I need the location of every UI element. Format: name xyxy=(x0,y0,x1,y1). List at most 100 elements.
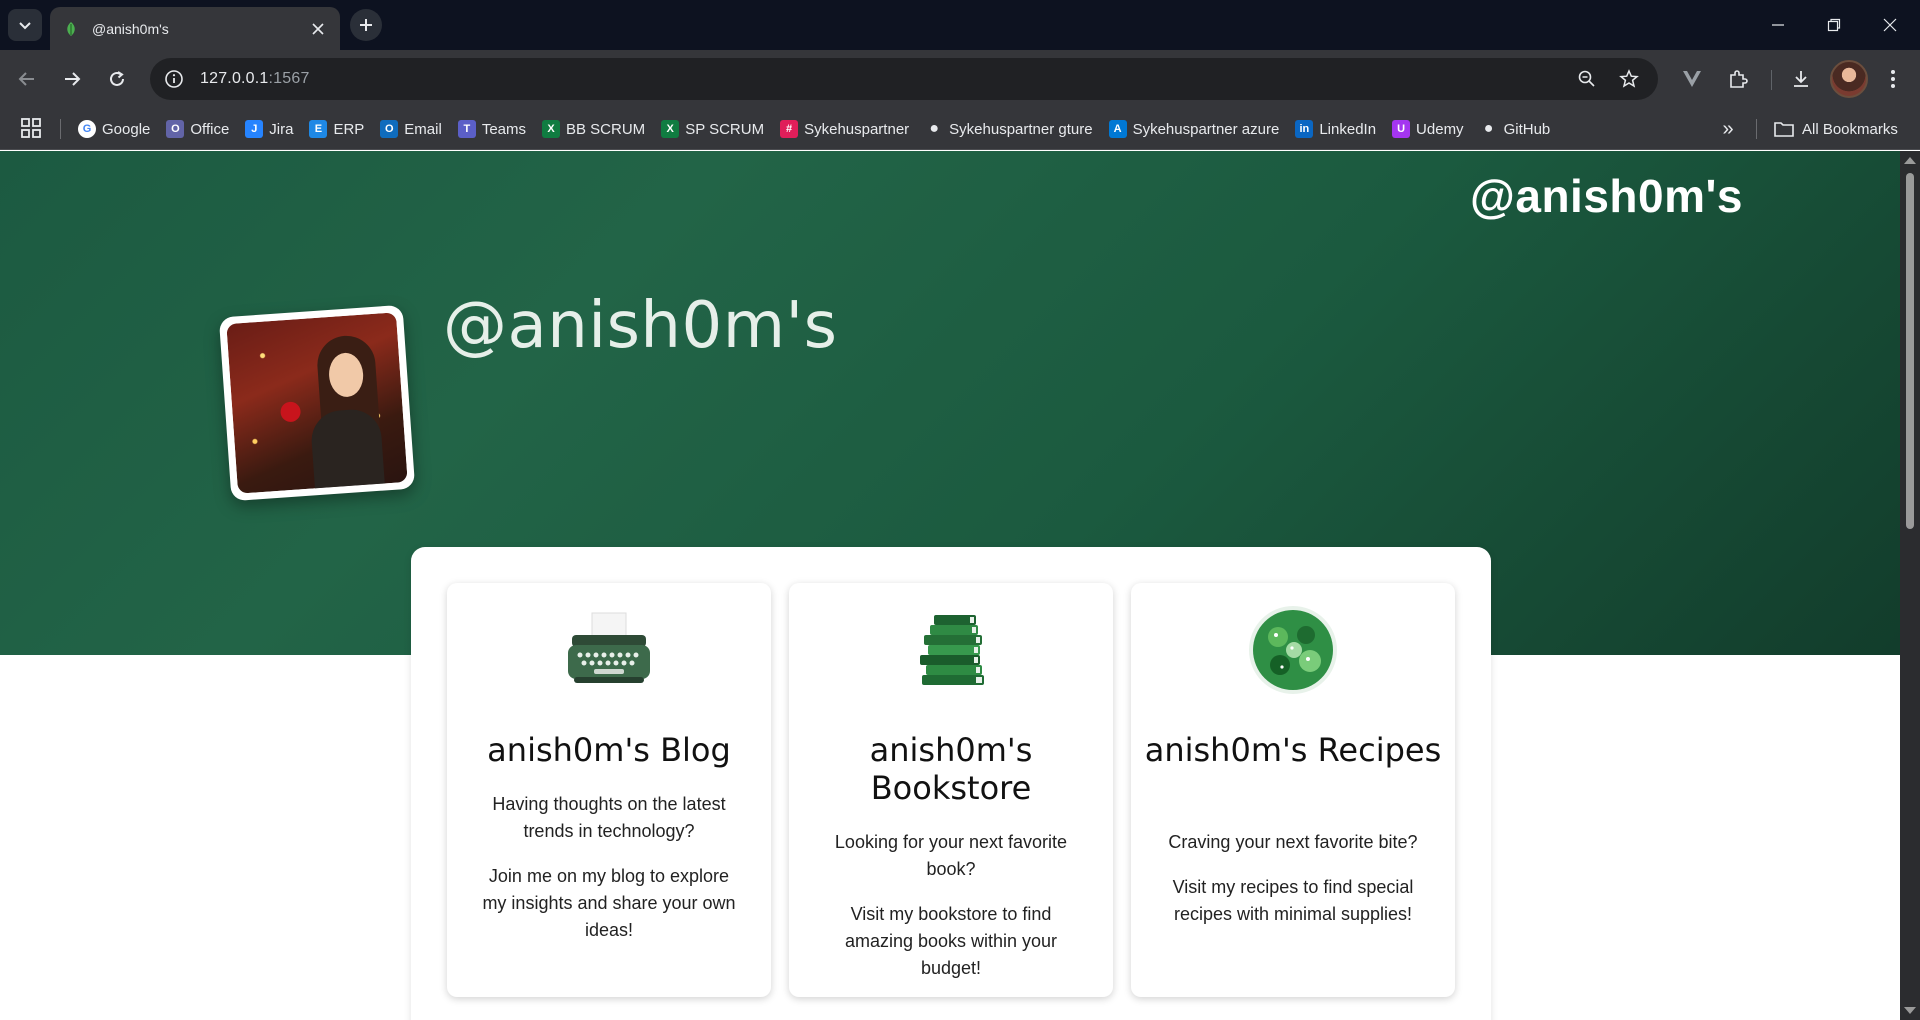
bookmarks-list: G Google O Office J Jira E ERP O Email T Teams X BB S… xyxy=(78,108,1566,150)
bookmarks-divider xyxy=(1756,119,1757,139)
card-recipes[interactable]: anish0m's Recipes Craving your next favo… xyxy=(1131,583,1455,997)
folder-icon xyxy=(1774,122,1794,137)
card-title: anish0m's Recipes xyxy=(1144,731,1442,769)
google-icon: G xyxy=(78,120,96,138)
card-description: Looking for your next favorite book? Vis… xyxy=(817,829,1085,1000)
all-bookmarks-label: All Bookmarks xyxy=(1802,120,1898,138)
browser-menu-icon[interactable] xyxy=(1876,62,1910,96)
bookmark-star-icon[interactable] xyxy=(1612,62,1646,96)
more-bookmarks-icon[interactable]: » xyxy=(1715,116,1741,142)
bookmark-sykehuspartner-azure[interactable]: A Sykehuspartner azure xyxy=(1108,120,1280,138)
arrow-right-icon xyxy=(65,72,81,86)
teams-icon: T xyxy=(457,120,476,138)
url-host: 127.0.0.1 xyxy=(200,70,269,87)
bookmarks-divider xyxy=(60,119,61,139)
bookmark-erp[interactable]: E ERP xyxy=(309,120,364,138)
minimize-button[interactable] xyxy=(1750,0,1806,50)
card-title: anish0m's Bookstore xyxy=(869,731,1033,807)
office-icon: O xyxy=(166,120,185,138)
site-info-icon[interactable] xyxy=(156,61,192,97)
bookmark-label: LinkedIn xyxy=(1319,120,1377,138)
card-text: Looking for your next favorite book? xyxy=(834,832,1068,879)
udemy-icon: U xyxy=(1392,120,1411,138)
card-text: Craving your next favorite bite? xyxy=(1168,832,1418,852)
chevron-down-icon xyxy=(19,22,31,30)
bookmark-label: Jira xyxy=(269,120,294,138)
bookmark-label: Teams xyxy=(481,120,526,138)
bookmark-bb-scrum[interactable]: X BB SCRUM xyxy=(542,120,645,138)
card-description: Craving your next favorite bite? Visit m… xyxy=(1159,829,1427,946)
scrollbar-thumb[interactable] xyxy=(1906,173,1914,529)
linkedin-icon: in xyxy=(1295,120,1314,138)
github-icon: ● xyxy=(1483,120,1494,137)
github-icon: ● xyxy=(929,120,939,137)
card-blog[interactable]: anish0m's Blog Having thoughts on the la… xyxy=(447,583,771,997)
jira-icon: J xyxy=(245,120,264,138)
bookmark-sp-scrum[interactable]: X SP SCRUM xyxy=(661,120,764,138)
tab-title: @anish0m's xyxy=(92,20,169,37)
slack-icon: # xyxy=(780,120,799,138)
address-bar[interactable]: 127.0.0.1:1567 xyxy=(150,58,1658,100)
bookmark-label: ERP xyxy=(333,120,365,138)
card-text: Visit my recipes to find special recipes… xyxy=(1172,877,1414,924)
card-text: Join me on my blog to explore my insight… xyxy=(482,866,736,940)
vue-devtools-extension-icon[interactable] xyxy=(1675,62,1709,96)
zoom-icon[interactable] xyxy=(1570,62,1604,96)
scroll-down-arrow-icon[interactable] xyxy=(1904,1007,1916,1014)
url-text[interactable]: 127.0.0.1:1567 xyxy=(200,70,310,88)
bookmark-sykehuspartner-gture[interactable]: ● Sykehuspartner gture xyxy=(925,120,1092,138)
restore-icon xyxy=(1827,18,1841,32)
all-bookmarks-button[interactable]: All Bookmarks xyxy=(1774,108,1898,150)
new-tab-button[interactable] xyxy=(350,9,382,41)
back-button[interactable] xyxy=(10,62,44,96)
tab-active[interactable]: @anish0m's xyxy=(50,7,340,50)
books-stack-icon xyxy=(906,605,996,695)
bookmark-linkedin[interactable]: in LinkedIn xyxy=(1295,120,1376,138)
plus-icon xyxy=(360,19,372,31)
card-title: anish0m's Blog xyxy=(487,731,731,769)
bookmark-jira[interactable]: J Jira xyxy=(245,120,293,138)
recipes-icon xyxy=(1248,605,1338,695)
outlook-icon: O xyxy=(380,120,399,138)
bookmark-label: GitHub xyxy=(1503,120,1551,138)
scroll-up-arrow-icon[interactable] xyxy=(1904,157,1916,164)
bookmark-label: Sykehuspartner azure xyxy=(1132,120,1280,138)
profile-photo-image xyxy=(226,312,408,494)
forward-button[interactable] xyxy=(55,62,89,96)
bookmark-github[interactable]: ● GitHub xyxy=(1480,120,1551,138)
close-tab-icon[interactable] xyxy=(308,19,328,39)
close-window-button[interactable] xyxy=(1862,0,1918,50)
browser-toolbar: 127.0.0.1:1567 xyxy=(0,50,1920,108)
tab-search-button[interactable] xyxy=(8,9,42,41)
card-text: Visit my bookstore to find amazing books… xyxy=(844,904,1058,978)
bookmark-label: Google xyxy=(102,120,151,138)
apps-grid-icon[interactable] xyxy=(20,117,44,141)
excel-icon: X xyxy=(661,120,680,138)
extensions-puzzle-icon[interactable] xyxy=(1721,62,1755,96)
profile-photo xyxy=(218,304,416,502)
bookmark-email[interactable]: O Email xyxy=(380,120,442,138)
profile-avatar[interactable] xyxy=(1830,60,1868,98)
toolbar-divider xyxy=(1771,70,1772,90)
bookmark-label: Email xyxy=(404,120,442,138)
url-port: :1567 xyxy=(268,70,310,87)
page-heading: @anish0m's xyxy=(443,289,838,363)
restore-button[interactable] xyxy=(1806,0,1862,50)
reload-button[interactable] xyxy=(100,62,134,96)
downloads-icon[interactable] xyxy=(1784,62,1818,96)
page-scrollbar[interactable] xyxy=(1900,151,1920,1020)
leaf-favicon-icon xyxy=(62,20,80,38)
close-icon xyxy=(1883,18,1897,32)
erp-icon: E xyxy=(309,120,328,138)
page-viewport: @anish0m's @anish0m's anish0m's Blog Hav… xyxy=(0,151,1920,1020)
bookmark-udemy[interactable]: U Udemy xyxy=(1392,120,1464,138)
site-brand[interactable]: @anish0m's xyxy=(1470,169,1743,223)
browser-titlebar: @anish0m's xyxy=(0,0,1920,50)
bookmark-teams[interactable]: T Teams xyxy=(457,120,526,138)
bookmark-label: Sykehuspartner gture xyxy=(949,120,1093,138)
bookmark-label: Office xyxy=(190,120,230,138)
card-bookstore[interactable]: anish0m's Bookstore Looking for your nex… xyxy=(789,583,1113,997)
bookmark-google[interactable]: G Google xyxy=(78,120,150,138)
bookmark-office[interactable]: O Office xyxy=(166,120,229,138)
bookmark-sykehuspartner[interactable]: # Sykehuspartner xyxy=(780,120,909,138)
